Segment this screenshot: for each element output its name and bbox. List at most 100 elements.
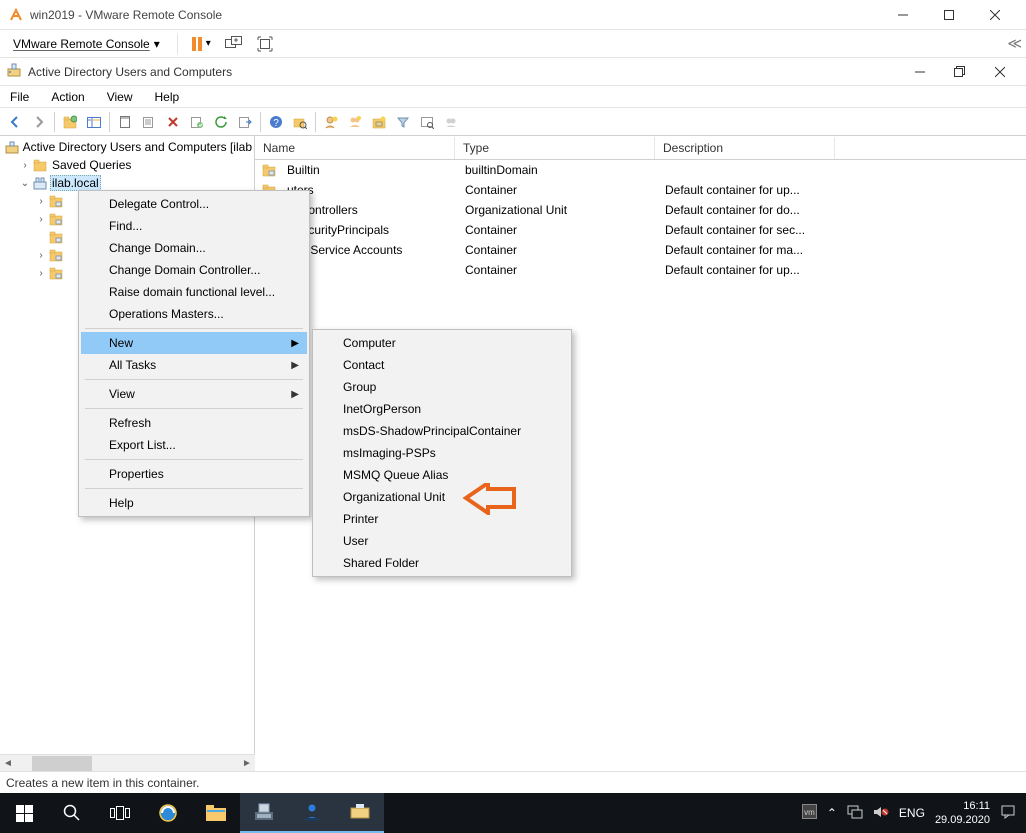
scroll-thumb[interactable] (32, 756, 92, 771)
cut-button[interactable] (114, 111, 136, 133)
vmware-pause-button[interactable]: ▾ (188, 35, 215, 53)
filter-button[interactable] (392, 111, 414, 133)
new-inetorgperson[interactable]: InetOrgPerson (315, 398, 569, 420)
new-msimaging[interactable]: msImaging-PSPs (315, 442, 569, 464)
menu-view[interactable]: View (103, 89, 137, 105)
delete-button[interactable] (162, 111, 184, 133)
ctx-view[interactable]: View▶ (81, 383, 307, 405)
tray-notifications-icon[interactable] (1000, 804, 1016, 823)
list-item[interactable]: ContainerDefault container for up... (255, 260, 1026, 280)
find-objects-button[interactable] (416, 111, 438, 133)
vmware-send-cad-button[interactable] (221, 34, 247, 54)
vmware-window-title: win2019 - VMware Remote Console (30, 8, 222, 22)
ctx-help[interactable]: Help (81, 492, 307, 514)
copy-button[interactable] (138, 111, 160, 133)
search-button[interactable] (48, 793, 96, 833)
new-user[interactable]: User (315, 530, 569, 552)
vmware-hide-toolbar-button[interactable]: ≪ (1007, 35, 1020, 52)
start-button[interactable] (0, 793, 48, 833)
taskbar-aduc[interactable] (336, 793, 384, 833)
menu-file[interactable]: File (6, 89, 33, 105)
tray-network-icon[interactable] (847, 805, 863, 822)
menu-action[interactable]: Action (47, 89, 88, 105)
tree-item-label: ilab.local (50, 175, 101, 191)
nav-back-button[interactable] (4, 111, 26, 133)
refresh-button[interactable] (210, 111, 232, 133)
ctx-operations-masters[interactable]: Operations Masters... (81, 303, 307, 325)
tray-clock[interactable]: 16:11 29.09.2020 (935, 799, 990, 827)
ad-folder-icon (48, 229, 64, 245)
vmware-close-button[interactable] (972, 0, 1018, 30)
ctx-all-tasks[interactable]: All Tasks▶ (81, 354, 307, 376)
vmware-maximize-button[interactable] (926, 0, 972, 30)
new-shared-folder[interactable]: Shared Folder (315, 552, 569, 574)
taskbar-explorer[interactable] (192, 793, 240, 833)
ctx-find[interactable]: Find... (81, 215, 307, 237)
find-button[interactable] (289, 111, 311, 133)
new-computer[interactable]: Computer (315, 332, 569, 354)
taskbar-server-manager[interactable] (240, 793, 288, 833)
ad-restore-button[interactable] (940, 59, 980, 85)
ad-folder-icon (48, 265, 64, 281)
tray-language[interactable]: ENG (899, 806, 925, 820)
menu-help[interactable]: Help (151, 89, 184, 105)
new-contact[interactable]: Contact (315, 354, 569, 376)
vmware-minimize-button[interactable] (880, 0, 926, 30)
ctx-change-dc[interactable]: Change Domain Controller... (81, 259, 307, 281)
vmware-console-menu[interactable]: VMware Remote Console ▾ (6, 34, 167, 54)
ctx-refresh[interactable]: Refresh (81, 412, 307, 434)
ad-minimize-button[interactable] (900, 59, 940, 85)
ctx-delegate-control[interactable]: Delegate Control... (81, 193, 307, 215)
ctx-change-domain[interactable]: Change Domain... (81, 237, 307, 259)
nav-forward-button[interactable] (28, 111, 50, 133)
new-group-button[interactable] (344, 111, 366, 133)
tray-time: 16:11 (935, 799, 990, 813)
scroll-right-arrow[interactable]: ► (239, 756, 255, 771)
ad-title-bar: Active Directory Users and Computers (0, 58, 1026, 86)
new-organizational-unit[interactable]: Organizational Unit (315, 486, 569, 508)
new-user-button[interactable] (320, 111, 342, 133)
ctx-new[interactable]: New▶ (81, 332, 307, 354)
tree-horizontal-scrollbar[interactable]: ◄ ► (0, 754, 255, 771)
list-item[interactable]: ged Service AccountsContainerDefault con… (255, 240, 1026, 260)
new-msmq[interactable]: MSMQ Queue Alias (315, 464, 569, 486)
ad-close-button[interactable] (980, 59, 1020, 85)
tray-vmware-tools-icon[interactable]: vm (802, 804, 817, 822)
column-description[interactable]: Description (655, 137, 835, 159)
column-name[interactable]: Name (255, 137, 455, 159)
vmware-fullscreen-button[interactable] (253, 34, 277, 54)
collapse-icon[interactable]: ⌄ (18, 178, 32, 189)
ad-folder-icon (48, 247, 64, 263)
taskbar-users[interactable] (288, 793, 336, 833)
ctx-properties[interactable]: Properties (81, 463, 307, 485)
taskbar-ie[interactable] (144, 793, 192, 833)
list-item[interactable]: utersContainerDefault container for up..… (255, 180, 1026, 200)
list-item[interactable]: in ControllersOrganizational UnitDefault… (255, 200, 1026, 220)
tree-root[interactable]: Active Directory Users and Computers [il… (0, 138, 254, 156)
show-hide-tree-button[interactable] (83, 111, 105, 133)
column-type[interactable]: Type (455, 137, 655, 159)
up-button[interactable] (59, 111, 81, 133)
help-button[interactable]: ? (265, 111, 287, 133)
cell-desc: Default container for sec... (657, 221, 837, 239)
properties-button[interactable] (186, 111, 208, 133)
ctx-export-list[interactable]: Export List... (81, 434, 307, 456)
tree-item-label: Saved Queries (50, 158, 133, 172)
new-ou-button[interactable] (368, 111, 390, 133)
expand-icon[interactable]: › (18, 160, 32, 171)
add-to-group-button[interactable] (440, 111, 462, 133)
system-tray: vm ⌃ ENG 16:11 29.09.2020 (802, 799, 1026, 827)
tray-sound-muted-icon[interactable] (873, 805, 889, 822)
tree-saved-queries[interactable]: › Saved Queries (0, 156, 254, 174)
list-item[interactable]: nSecurityPrincipalsContainerDefault cont… (255, 220, 1026, 240)
cell-desc: Default container for do... (657, 201, 837, 219)
new-msds-shadow[interactable]: msDS-ShadowPrincipalContainer (315, 420, 569, 442)
new-group[interactable]: Group (315, 376, 569, 398)
scroll-left-arrow[interactable]: ◄ (0, 756, 16, 771)
new-printer[interactable]: Printer (315, 508, 569, 530)
export-button[interactable] (234, 111, 256, 133)
task-view-button[interactable] (96, 793, 144, 833)
list-item[interactable]: BuiltinbuiltinDomain (255, 160, 1026, 180)
ctx-raise-level[interactable]: Raise domain functional level... (81, 281, 307, 303)
tray-chevron-up-icon[interactable]: ⌃ (827, 806, 837, 820)
